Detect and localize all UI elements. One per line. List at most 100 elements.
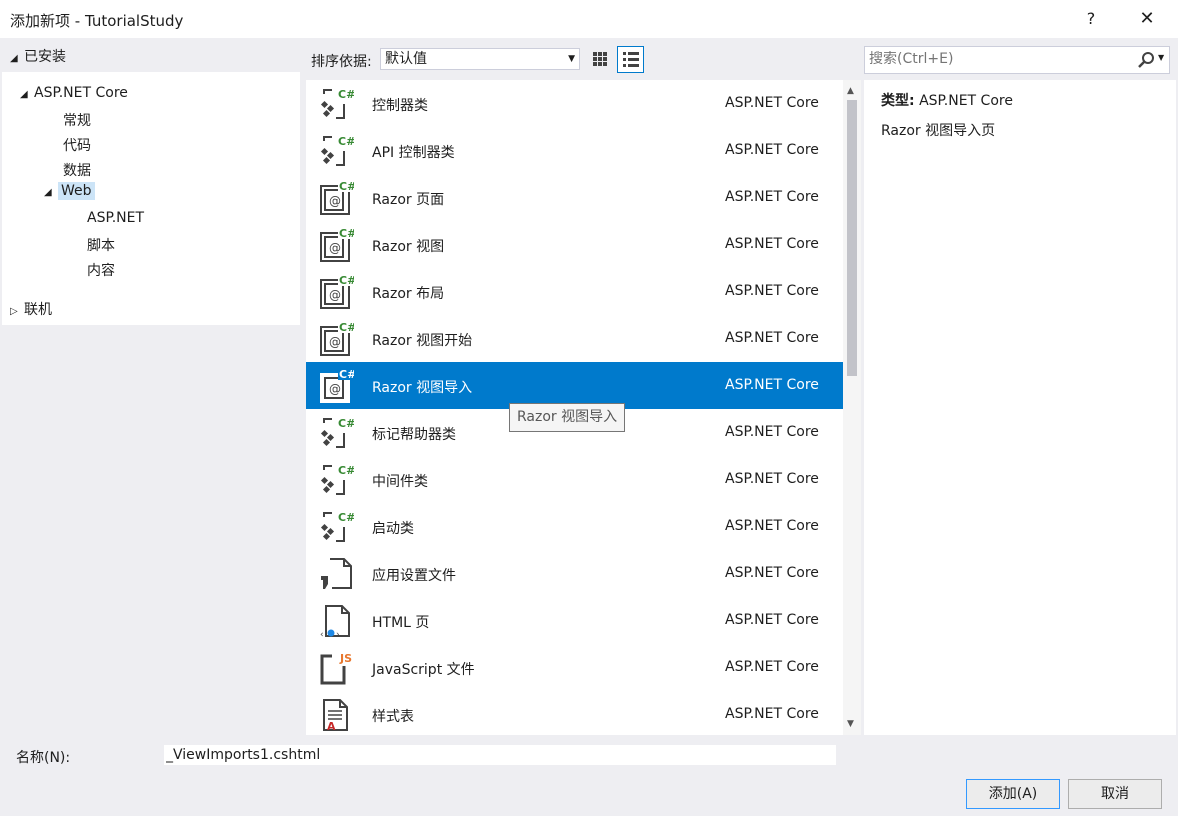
template-name: 启动类 — [372, 521, 414, 537]
template-name: Razor 页面 — [372, 192, 445, 208]
help-button[interactable]: ? — [1078, 4, 1104, 34]
template-category: ASP.NET Core — [725, 424, 819, 440]
settings-file-icon — [318, 556, 354, 592]
template-row[interactable]: C# 启动类 ASP.NET Core — [306, 503, 843, 550]
tree-node-content[interactable]: 内容 — [87, 260, 115, 280]
template-category: ASP.NET Core — [725, 189, 819, 205]
grid-view-icon — [593, 52, 607, 66]
template-row[interactable]: @ C# Razor 视图 ASP.NET Core — [306, 221, 843, 268]
template-row[interactable]: C# API 控制器类 ASP.NET Core — [306, 127, 843, 174]
svg-text:‹: ‹ — [320, 630, 324, 639]
tree-node-script[interactable]: 脚本 — [87, 235, 115, 255]
search-icon[interactable] — [1137, 51, 1155, 69]
svg-text:@: @ — [329, 288, 341, 302]
dropdown-arrow-icon: ▼ — [568, 54, 575, 64]
close-button[interactable]: ✕ — [1132, 4, 1162, 34]
window-title: 添加新项 - TutorialStudy — [10, 12, 184, 30]
svg-text:@: @ — [329, 241, 341, 255]
template-name: 样式表 — [372, 709, 414, 725]
template-name: 标记帮助器类 — [372, 427, 456, 443]
template-row[interactable]: @ C# Razor 布局 ASP.NET Core — [306, 268, 843, 315]
svg-text:C#: C# — [338, 464, 354, 477]
template-category: ASP.NET Core — [725, 142, 819, 158]
template-row[interactable]: ‹ › HTML 页 ASP.NET Core — [306, 597, 843, 644]
svg-text:A: A — [327, 720, 336, 733]
search-input[interactable] — [869, 51, 1129, 67]
template-name: JavaScript 文件 — [372, 662, 475, 678]
template-category: ASP.NET Core — [725, 659, 819, 675]
add-button[interactable]: 添加(A) — [966, 779, 1060, 809]
template-name: Razor 视图 — [372, 239, 445, 255]
scroll-thumb[interactable] — [847, 100, 857, 376]
scroll-down-icon[interactable]: ▼ — [847, 719, 854, 729]
razor-icon: @ C# — [318, 321, 356, 357]
svg-text:C#: C# — [338, 511, 354, 524]
sort-dropdown[interactable]: 默认值 ▼ — [380, 48, 580, 70]
csharp-class-icon: C# — [318, 462, 355, 498]
tree-node-code[interactable]: 代码 — [63, 135, 91, 155]
svg-text:C#: C# — [338, 88, 354, 101]
tree-node-data[interactable]: 数据 — [63, 160, 91, 180]
template-name: 中间件类 — [372, 474, 428, 490]
template-category: ASP.NET Core — [725, 706, 819, 722]
tree-node-installed[interactable]: ◢ 已安装 — [10, 46, 66, 66]
template-row[interactable]: 应用设置文件 ASP.NET Core — [306, 550, 843, 597]
tree-node-web[interactable]: ◢ Web — [44, 182, 95, 200]
csharp-class-icon: C# — [318, 415, 355, 451]
tree-node-aspnet-core[interactable]: ◢ ASP.NET Core — [20, 85, 128, 101]
html-file-icon: ‹ › — [318, 603, 354, 640]
template-row[interactable]: C# 中间件类 ASP.NET Core — [306, 456, 843, 503]
expanded-triangle-icon[interactable]: ◢ — [20, 89, 34, 100]
template-name: Razor 视图导入 — [372, 380, 473, 396]
expanded-triangle-icon[interactable]: ◢ — [44, 187, 58, 198]
svg-text:C#: C# — [338, 417, 354, 430]
detail-description: Razor 视图导入页 — [881, 123, 996, 139]
collapsed-triangle-icon[interactable]: ▷ — [10, 306, 24, 317]
csharp-class-icon: C# — [318, 86, 355, 122]
tree-node-aspnet[interactable]: ASP.NET — [87, 210, 144, 226]
detail-type: 类型: ASP.NET Core — [881, 93, 1013, 109]
scroll-up-icon[interactable]: ▲ — [847, 86, 854, 96]
vertical-scrollbar[interactable]: ▲ ▼ — [843, 80, 861, 735]
svg-text:C#: C# — [339, 180, 354, 193]
item-tooltip: Razor 视图导入 — [509, 403, 626, 432]
search-box[interactable]: ▼ — [864, 46, 1170, 74]
search-options-dropdown-icon[interactable]: ▼ — [1158, 53, 1164, 62]
svg-text:C#: C# — [339, 274, 354, 287]
razor-icon: @ C# — [318, 368, 356, 404]
template-category: ASP.NET Core — [725, 565, 819, 581]
template-name: API 控制器类 — [372, 145, 455, 161]
svg-text:C#: C# — [339, 227, 354, 240]
template-row[interactable]: @ C# Razor 视图导入 ASP.NET Core — [306, 362, 843, 409]
expanded-triangle-icon[interactable]: ◢ — [10, 53, 24, 64]
csharp-class-icon: C# — [318, 133, 355, 169]
list-view-button[interactable] — [617, 46, 644, 73]
details-panel: 类型: ASP.NET Core Razor 视图导入页 — [864, 80, 1176, 735]
tree-node-online[interactable]: ▷ 联机 — [10, 299, 52, 319]
svg-text:C#: C# — [339, 321, 354, 334]
template-tree-panel: ◢ 已安装 ◢ ASP.NET Core 常规 代码 数据 ◢ Web ASP.NET… — [0, 38, 302, 735]
template-category: ASP.NET Core — [725, 377, 819, 393]
name-field[interactable] — [164, 745, 836, 765]
template-row[interactable]: @ C# Razor 视图开始 ASP.NET Core — [306, 315, 843, 362]
installed-tree: ◢ ASP.NET Core 常规 代码 数据 ◢ Web ASP.NET 脚本 内… — [2, 72, 300, 325]
razor-icon: @ C# — [318, 180, 356, 216]
template-category: ASP.NET Core — [725, 612, 819, 628]
template-row[interactable]: A 样式表 ASP.NET Core — [306, 691, 843, 735]
javascript-file-icon: JS — [318, 650, 354, 686]
sort-label: 排序依据: — [311, 54, 372, 70]
template-row[interactable]: C# 控制器类 ASP.NET Core — [306, 80, 843, 127]
svg-text:@: @ — [329, 335, 341, 349]
svg-text:C#: C# — [338, 135, 354, 148]
template-category: ASP.NET Core — [725, 283, 819, 299]
template-category: ASP.NET Core — [725, 95, 819, 111]
tree-node-general[interactable]: 常规 — [63, 110, 91, 130]
svg-text:@: @ — [329, 382, 341, 396]
template-row[interactable]: @ C# Razor 页面 ASP.NET Core — [306, 174, 843, 221]
cancel-button[interactable]: 取消 — [1068, 779, 1162, 809]
grid-view-button[interactable] — [588, 47, 612, 71]
template-row[interactable]: JS JavaScript 文件 ASP.NET Core — [306, 644, 843, 691]
template-name: 应用设置文件 — [372, 568, 456, 584]
razor-icon: @ C# — [318, 227, 356, 263]
template-name: HTML 页 — [372, 615, 430, 631]
